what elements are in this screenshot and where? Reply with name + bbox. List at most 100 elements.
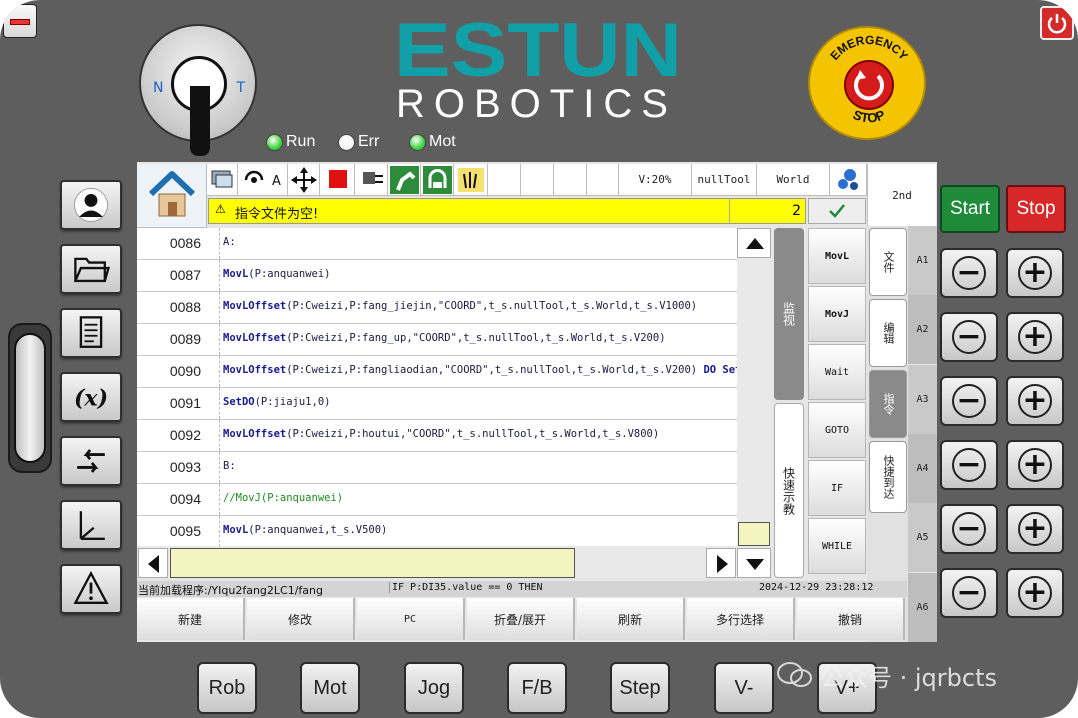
refresh-button[interactable]: 刷新 [577,598,685,640]
power-button[interactable] [1040,6,1074,40]
fold-expand-button[interactable]: 折叠/展开 [467,598,575,640]
jog-a5-plus-button[interactable]: + [1006,504,1064,554]
confirm-button[interactable] [808,198,866,224]
quick-teach-tab[interactable]: 快速示教 [774,403,804,578]
line-code: B: [219,452,737,483]
frame-indicator[interactable]: World [757,164,830,196]
run-led [266,134,283,151]
instruction-while-button[interactable]: WHILE [808,518,866,574]
start-button[interactable]: Start [940,185,1000,233]
plus-icon: + [1018,576,1052,610]
toolbar-display-icon-btn[interactable] [207,164,238,196]
mode-key-switch[interactable]: N T [139,24,257,156]
arrow-down-icon [746,559,764,570]
code-line[interactable]: 0093 B: [137,452,737,484]
tab-edit[interactable]: 编辑 [869,299,907,367]
io-button[interactable] [60,436,122,486]
toolbar-rotate-button[interactable]: A [238,164,288,196]
mot-button[interactable]: Mot [300,662,360,714]
new-button[interactable]: 新建 [137,598,245,640]
scroll-thumb[interactable] [738,522,770,546]
coordinate-button[interactable] [60,500,122,550]
jog-a4-minus-button[interactable]: − [940,440,998,490]
line-code: //MovJ(P:anquanwei) [219,484,737,515]
jog-a6-plus-button[interactable]: + [1006,568,1064,618]
toolbar-settings-button[interactable] [830,164,867,196]
jog-a2-plus-button[interactable]: + [1006,312,1064,362]
jog-button[interactable]: Jog [404,662,464,714]
second-function-button[interactable]: 2nd [867,164,936,226]
code-line[interactable]: 0091 SetDO(P:jiaju1,0) [137,388,737,420]
code-line[interactable]: 0094 //MovJ(P:anquanwei) [137,484,737,516]
speed-down-button[interactable]: V- [714,662,774,714]
rob-button[interactable]: Rob [197,662,257,714]
message-count: 2 [729,199,807,223]
variables-button[interactable]: (x) [60,372,122,422]
undo-button[interactable]: 撤销 [797,598,905,640]
instruction-if-button[interactable]: IF [808,460,866,516]
stop-button[interactable]: Stop [1006,185,1066,233]
scroll-up-button[interactable] [737,228,771,258]
jog-a5-minus-button[interactable]: − [940,504,998,554]
toolbar-move-button[interactable] [288,164,320,196]
instruction-goto-button[interactable]: GOTO [808,402,866,458]
modify-button[interactable]: 修改 [247,598,355,640]
alarm-button[interactable] [60,564,122,614]
monitor-tab[interactable]: 监视 [774,228,804,400]
jog-a1-plus-button[interactable]: + [1006,248,1064,298]
line-number: 0094 [169,491,201,507]
jog-a6-minus-button[interactable]: − [940,568,998,618]
toolbar-robot-button[interactable] [388,164,421,196]
enable-switch[interactable] [8,323,52,473]
jog-a2-minus-button[interactable]: − [940,312,998,362]
code-line[interactable]: 0095 MovL(P:anquanwei,t_s.V500) [137,516,737,548]
speed-indicator[interactable]: V:20% [619,164,692,196]
instruction-movl-button[interactable]: MovL [808,228,866,284]
tab-quick-reach[interactable]: 快捷到达 [869,441,907,513]
code-line[interactable]: 0090 MovLOffset(P:Cweizi,P:fangliaodian,"… [137,356,737,388]
tab-file[interactable]: 文件 [869,228,907,296]
code-line[interactable]: 0088 MovLOffset(P:Cweizi,P:fang_jiejin,"C… [137,292,737,324]
jog-a1-minus-button[interactable]: − [940,248,998,298]
toolbar-teach-button[interactable] [454,164,488,196]
scroll-right-button[interactable] [706,548,736,578]
user-login-button[interactable] [60,180,122,230]
tool-indicator[interactable]: nullTool [692,164,757,196]
code-line[interactable]: 0086 A: [137,228,737,260]
code-line[interactable]: 0089 MovLOffset(P:Cweizi,P:fang_up,"COORD… [137,324,737,356]
jog-a3-minus-button[interactable]: − [940,376,998,426]
command-input[interactable] [170,548,575,578]
program-list-button[interactable] [60,308,122,358]
toolbar-stop-button[interactable] [320,164,355,196]
toolbar-frame-button[interactable] [421,164,454,196]
minus-icon: − [952,320,986,354]
pc-button[interactable]: PC [357,598,465,640]
message-bar[interactable]: ⚠ 指令文件为空! 2 [208,198,806,224]
mot-label: Mot [429,133,456,150]
instruction-wait-button[interactable]: Wait [808,344,866,400]
line-code: MovLOffset(P:Cweizi,P:fang_jiejin,"COORD… [219,292,737,323]
datetime: 2024-12-29 23:28:12 [759,582,874,593]
step-button[interactable]: Step [610,662,670,714]
jog-a3-plus-button[interactable]: + [1006,376,1064,426]
toolbar-tool-button[interactable] [355,164,388,196]
jog-a4-plus-button[interactable]: + [1006,440,1064,490]
code-keyword: MovLOffset [223,332,287,344]
emergency-stop-button[interactable]: EMERGENCY STOP [808,26,926,140]
tab-instruction[interactable]: 指令 [869,370,907,438]
open-file-button[interactable] [60,244,122,294]
minimize-button[interactable] [3,4,37,38]
instruction-movj-button[interactable]: MovJ [808,286,866,342]
code-line[interactable]: 0087 MovL(P:anquanwei) [137,260,737,292]
multi-select-button[interactable]: 多行选择 [687,598,795,640]
code-line[interactable]: 0092 MovLOffset(P:Cweizi,P:houtui,"COORD"… [137,420,737,452]
scroll-down-button[interactable] [737,548,771,578]
axis-label-a1: A1 [908,226,937,295]
forward-backward-button[interactable]: F/B [507,662,567,714]
rotation-a-icon: A [244,170,281,189]
power-icon [1047,14,1067,34]
key-mode-t-label: T [236,80,245,96]
hand-icon [458,168,484,192]
home-button[interactable] [137,164,207,228]
scroll-left-button[interactable] [138,548,168,578]
